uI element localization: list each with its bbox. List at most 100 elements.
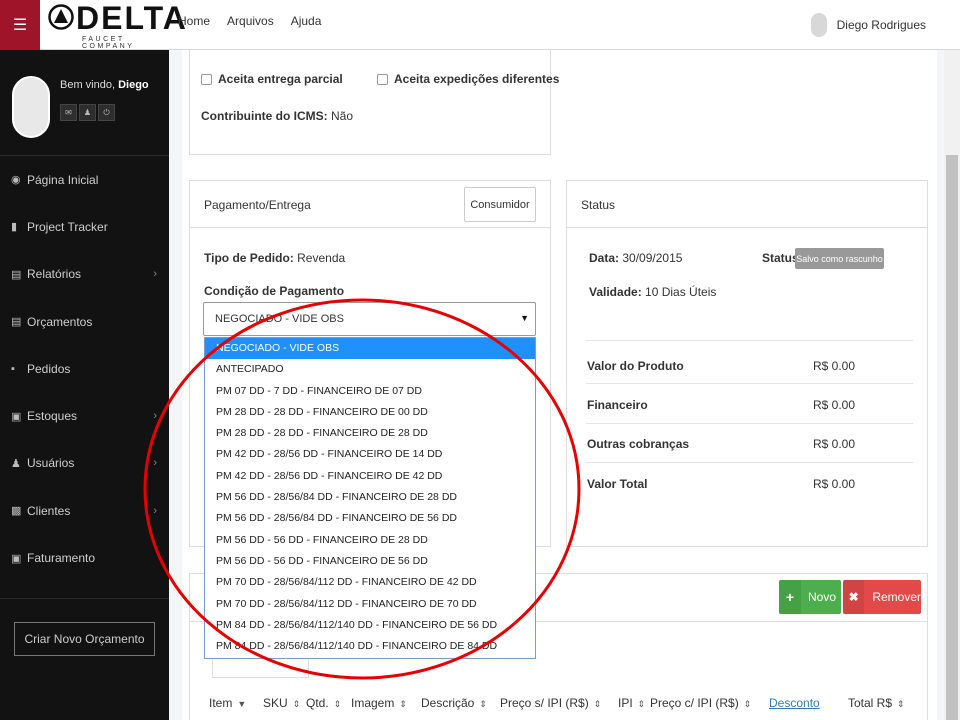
icms-contributor: Contribuinte do ICMS: Não	[201, 109, 354, 123]
dropdown-option[interactable]: PM 42 DD - 28/56 DD - FINANCEIRO DE 14 D…	[205, 444, 535, 465]
dropdown-option[interactable]: PM 70 DD - 28/56/84/112 DD - FINANCEIRO …	[205, 572, 535, 593]
sidebar-item-project-tracker[interactable]: ▮ Project Tracker	[0, 203, 169, 250]
payment-condition-select[interactable]: NEGOCIADO - VIDE OBS ▼	[203, 302, 536, 336]
panel-header: Pagamento/Entrega Consumidor	[190, 181, 550, 228]
create-quote-button[interactable]: Criar Novo Orçamento	[14, 622, 155, 656]
user-icon[interactable]: ♟	[79, 104, 96, 121]
options-panel	[189, 50, 551, 155]
totals-value: R$ 0.00	[813, 359, 856, 373]
sidebar-item-pagina-inicial[interactable]: ◉ Página Inicial	[0, 156, 169, 203]
nav-arquivos[interactable]: Arquivos	[227, 14, 274, 28]
panel-title: Pagamento/Entrega	[204, 198, 311, 212]
checkbox-box[interactable]	[377, 73, 388, 85]
close-icon: ✖	[843, 580, 865, 614]
mail-icon[interactable]: ✉	[60, 104, 77, 121]
totals-label: Valor Total	[587, 477, 648, 491]
sort-desc-icon: ▼	[237, 699, 247, 709]
users-icon: ♟	[11, 457, 21, 470]
column-header-total[interactable]: Total R$ ⇕	[848, 696, 905, 710]
briefcase-icon: ▩	[11, 505, 22, 518]
user-name: Diego Rodrigues	[836, 18, 926, 32]
totals-value: R$ 0.00	[813, 437, 856, 451]
dropdown-option[interactable]: PM 56 DD - 28/56/84 DD - FINANCEIRO DE 5…	[205, 508, 535, 529]
different-shipments-checkbox[interactable]: Aceita expedições diferentes	[377, 72, 559, 86]
dropdown-option[interactable]: PM 84 DD - 28/56/84/112/140 DD - FINANCE…	[205, 615, 535, 636]
column-header-qtd[interactable]: Qtd. ⇕	[306, 696, 341, 710]
bar-chart-icon: ▤	[11, 268, 22, 281]
scrollbar-thumb[interactable]	[946, 155, 958, 720]
totals-label: Outras cobranças	[587, 437, 690, 451]
avatar	[810, 13, 827, 37]
nav-ajuda[interactable]: Ajuda	[291, 14, 322, 28]
select-value: NEGOCIADO - VIDE OBS	[215, 313, 344, 325]
remove-item-button[interactable]: ✖ Remover	[843, 580, 921, 614]
hamburger-icon: ☰	[12, 17, 28, 34]
payment-condition-dropdown: NEGOCIADO - VIDE OBS ANTECIPADO PM 07 DD…	[204, 337, 536, 659]
dropdown-option[interactable]: PM 28 DD - 28 DD - FINANCEIRO DE 00 DD	[205, 402, 535, 423]
dropdown-option[interactable]: PM 56 DD - 56 DD - FINANCEIRO DE 28 DD	[205, 530, 535, 551]
row-divider	[586, 462, 913, 463]
sidebar-item-relatorios[interactable]: ▤ Relatórios ›	[0, 251, 169, 298]
column-header-ipi[interactable]: IPI ⇕	[618, 696, 645, 710]
dropdown-option[interactable]: PM 07 DD - 7 DD - FINANCEIRO DE 07 DD	[205, 381, 535, 402]
chevron-right-icon: ›	[153, 410, 157, 423]
top-bar: ☰ DELTA FAUCET COMPANY Home Arquivos Aju…	[0, 0, 960, 50]
column-header-desconto[interactable]: Desconto	[769, 696, 820, 710]
sort-icon: ⇕	[292, 699, 301, 709]
sort-icon: ⇕	[743, 699, 752, 709]
column-header-sku[interactable]: SKU ⇕	[263, 696, 300, 710]
row-divider	[586, 383, 913, 384]
brand-name: DELTA	[76, 0, 188, 36]
money-icon: ▣	[11, 552, 22, 565]
top-nav: Home Arquivos Ajuda	[178, 14, 321, 28]
logo[interactable]: DELTA FAUCET COMPANY	[48, 1, 186, 50]
nav-home[interactable]: Home	[178, 14, 210, 28]
sidebar-menu: ◉ Página Inicial ▮ Project Tracker ▤ Relató…	[0, 156, 169, 582]
status-badge: Salvo como rascunho	[795, 248, 884, 269]
menu-toggle-button[interactable]: ☰	[0, 0, 40, 50]
sidebar-item-clientes[interactable]: ▩ Clientes ›	[0, 487, 169, 534]
plus-icon: +	[779, 580, 801, 614]
brand-subtitle: FAUCET COMPANY	[82, 36, 135, 50]
welcome-text: Bem vindo, Diego	[60, 79, 149, 91]
dropdown-option[interactable]: PM 28 DD - 28 DD - FINANCEIRO DE 28 DD	[205, 423, 535, 444]
row-divider	[586, 423, 913, 424]
status-date: Data: 30/09/2015	[589, 251, 683, 265]
power-icon[interactable]: ⏻	[98, 104, 115, 121]
totals-label: Valor do Produto	[587, 359, 684, 373]
profile-avatar	[12, 76, 50, 138]
dropdown-option[interactable]: NEGOCIADO - VIDE OBS	[205, 338, 535, 360]
dropdown-option[interactable]: PM 84 DD - 28/56/84/112/140 DD - FINANCE…	[205, 636, 535, 657]
dropdown-option[interactable]: PM 42 DD - 28/56 DD - FINANCEIRO DE 42 D…	[205, 466, 535, 487]
column-header-item[interactable]: Item ▼	[209, 696, 246, 710]
dashboard-icon: ◉	[11, 174, 21, 187]
dropdown-option[interactable]: PM 56 DD - 56 DD - FINANCEIRO DE 56 DD	[205, 551, 535, 572]
sidebar-item-faturamento[interactable]: ▣ Faturamento	[0, 534, 169, 581]
sidebar-item-estoques[interactable]: ▣ Estoques ›	[0, 392, 169, 439]
column-header-preco-com-ipi[interactable]: Preço c/ IPI (R$) ⇕	[650, 696, 751, 710]
payment-condition-label: Condição de Pagamento	[204, 284, 345, 298]
new-item-button[interactable]: + Novo	[779, 580, 841, 614]
row-divider	[586, 340, 913, 341]
dropdown-option[interactable]: PM 70 DD - 28/56/84/112 DD - FINANCEIRO …	[205, 594, 535, 615]
sort-icon: ⇕	[399, 699, 407, 709]
dropdown-option[interactable]: ANTECIPADO	[205, 359, 535, 380]
delta-logo-icon	[48, 4, 74, 30]
panel-header: Status	[567, 181, 927, 228]
user-menu[interactable]: Diego Rodrigues	[810, 13, 926, 37]
column-header-descricao[interactable]: Descrição ⇕	[421, 696, 487, 710]
dropdown-option[interactable]: PM 56 DD - 28/56/84 DD - FINANCEIRO DE 2…	[205, 487, 535, 508]
sidebar-item-usuarios[interactable]: ♟ Usuários ›	[0, 440, 169, 487]
sort-icon: ⇕	[593, 699, 602, 709]
column-header-imagem[interactable]: Imagem ⇕	[351, 696, 407, 710]
vertical-scrollbar[interactable]	[944, 50, 960, 720]
column-header-preco-sem-ipi[interactable]: Preço s/ IPI (R$) ⇕	[500, 696, 601, 710]
partial-delivery-checkbox[interactable]: Aceita entrega parcial	[201, 72, 343, 86]
sidebar-divider	[0, 598, 169, 599]
checkbox-box[interactable]	[201, 73, 212, 85]
sort-icon: ⇕	[333, 699, 342, 709]
sidebar-item-pedidos[interactable]: ▪ Pedidos	[0, 345, 169, 392]
truck-icon: ▪	[11, 362, 15, 375]
consumer-button[interactable]: Consumidor	[464, 187, 536, 222]
sidebar-item-orcamentos[interactable]: ▤ Orçamentos	[0, 298, 169, 345]
